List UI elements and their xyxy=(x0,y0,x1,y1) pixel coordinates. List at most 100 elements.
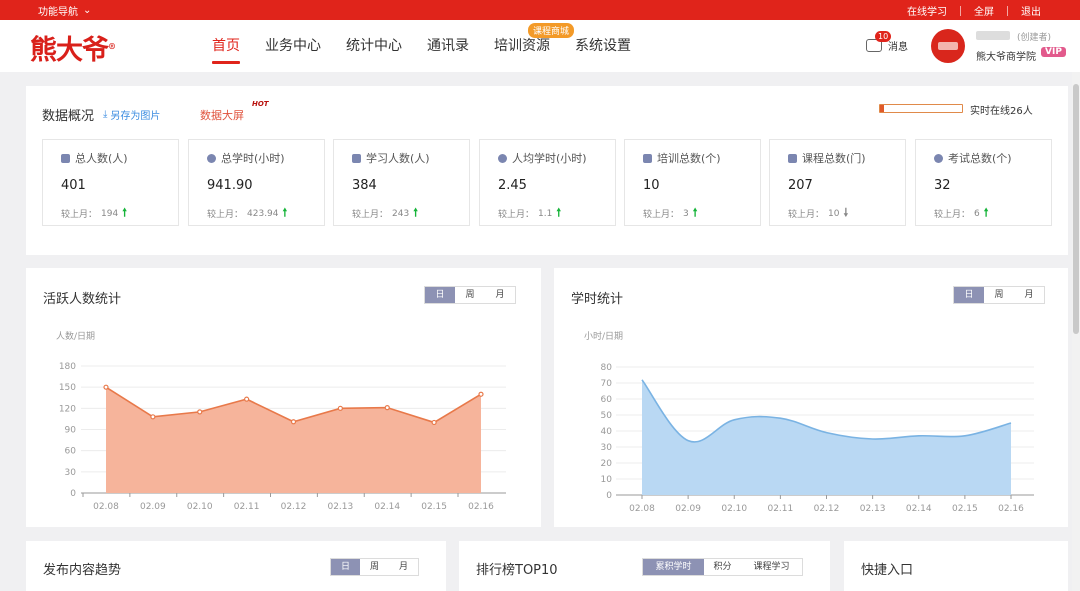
tab-cumulative-hours[interactable]: 累积学时 xyxy=(643,559,704,575)
arrow-up-icon: 🠕 xyxy=(282,206,288,219)
ranking-tabs: 累积学时 积分 课程学习 xyxy=(642,558,803,576)
function-nav-toggle[interactable]: 功能导航 ⌄ xyxy=(38,3,91,18)
stat-card-trainings[interactable]: 培训总数(个) 10 较上月： 3 🠕 xyxy=(624,139,761,226)
page-scrollbar[interactable] xyxy=(1072,72,1080,591)
nav-business-center[interactable]: 业务中心 xyxy=(265,20,321,72)
x-tick-label: 02.11 xyxy=(234,502,260,512)
ranking-title: 排行榜TOP10 xyxy=(476,563,558,578)
message-button[interactable]: 10 消息 xyxy=(866,31,908,53)
stat-card-learners[interactable]: 学习人数(人) 384 较上月： 243 🠕 xyxy=(333,139,470,226)
data-point[interactable] xyxy=(685,438,691,444)
compare-label: 较上月： xyxy=(643,210,680,220)
x-tick-label: 02.16 xyxy=(998,504,1024,514)
stat-label: 学习人数(人) xyxy=(366,152,430,165)
data-point[interactable] xyxy=(824,430,830,436)
compare-value: 194 xyxy=(101,208,119,219)
avatar[interactable] xyxy=(931,29,965,63)
data-point[interactable] xyxy=(1008,420,1014,426)
logout-link[interactable]: 退出 xyxy=(1008,3,1054,18)
data-point[interactable] xyxy=(244,396,250,402)
tab-month[interactable]: 月 xyxy=(389,559,418,575)
stat-card-courses[interactable]: 课程总数(门) 207 较上月： 10 🠗 xyxy=(769,139,906,226)
x-tick-label: 02.08 xyxy=(93,502,119,512)
y-tick-label: 180 xyxy=(59,362,76,372)
stat-value: 2.45 xyxy=(498,178,527,193)
data-point[interactable] xyxy=(290,419,297,425)
quick-access-card: 快捷入口 xyxy=(844,541,1068,591)
y-tick-label: 60 xyxy=(601,395,613,405)
y-tick-label: 90 xyxy=(65,426,77,436)
stat-value: 207 xyxy=(788,178,813,193)
tab-week[interactable]: 周 xyxy=(360,559,389,575)
data-bigscreen-link[interactable]: 数据大屏 xyxy=(200,107,244,123)
x-tick-label: 02.11 xyxy=(767,504,793,514)
data-point[interactable] xyxy=(431,419,437,426)
stat-card-total-hours[interactable]: 总学时(小时) 941.90 较上月： 423.94 🠕 xyxy=(188,139,325,226)
compare-label: 较上月： xyxy=(498,210,535,220)
save-as-image-button[interactable]: ⤓ 另存为图片 xyxy=(103,107,160,122)
y-tick-label: 60 xyxy=(65,447,77,457)
quick-access-title: 快捷入口 xyxy=(861,563,914,578)
arrow-up-icon: 🠕 xyxy=(122,206,127,219)
stat-value: 384 xyxy=(352,178,377,193)
series-area xyxy=(106,387,481,493)
arrow-up-icon: 🠕 xyxy=(556,206,562,219)
data-point[interactable] xyxy=(777,415,783,421)
stat-label: 总人数(人) xyxy=(75,152,128,165)
tab-day[interactable]: 日 xyxy=(331,559,360,575)
top-bar: 功能导航 ⌄ 在线学习 全屏 退出 xyxy=(0,0,1080,20)
compare-value: 1.1 xyxy=(538,208,553,219)
college-name: 熊大爷商学院 xyxy=(976,52,1036,63)
data-point[interactable] xyxy=(731,417,737,423)
data-point[interactable] xyxy=(916,433,922,439)
data-point[interactable] xyxy=(337,405,343,411)
stat-value: 941.90 xyxy=(207,178,253,193)
content-trend-title: 发布内容趋势 xyxy=(43,563,122,578)
data-point[interactable] xyxy=(103,384,109,390)
nav-system-settings[interactable]: 系统设置 xyxy=(575,20,631,72)
content-trend-period-tabs: 日 周 月 xyxy=(330,558,419,576)
stat-value: 10 xyxy=(643,178,660,193)
fullscreen-link[interactable]: 全屏 xyxy=(961,3,1007,18)
users-icon xyxy=(352,153,361,163)
course-mall-badge[interactable]: 课程商城 xyxy=(528,23,575,38)
x-tick-label: 02.09 xyxy=(675,504,701,514)
compare-label: 较上月： xyxy=(934,210,971,220)
scrollbar-thumb[interactable] xyxy=(1073,84,1079,334)
data-point[interactable] xyxy=(639,377,645,383)
x-tick-label: 02.12 xyxy=(814,504,840,514)
user-icon xyxy=(498,153,507,163)
stat-card-total-people[interactable]: 总人数(人) 401 较上月： 194 🠕 xyxy=(42,139,179,226)
compare-value: 423.94 xyxy=(247,208,279,219)
data-point[interactable] xyxy=(962,433,968,439)
online-learning-link[interactable]: 在线学习 xyxy=(894,3,960,18)
nav-home[interactable]: 首页 xyxy=(212,20,240,72)
active-users-chart: 0 30 60 90 120 150 180 02.08 02.09 02.10 02.11 02.1… xyxy=(59,362,506,512)
x-tick-label: 02.08 xyxy=(629,504,655,514)
stat-card-exams[interactable]: 考试总数(个) 32 较上月： 6 🠕 xyxy=(915,139,1052,226)
compare-label: 较上月： xyxy=(788,210,825,220)
data-point[interactable] xyxy=(384,405,390,411)
content-trend-card: 发布内容趋势 日 周 月 xyxy=(26,541,446,591)
x-tick-label: 02.14 xyxy=(906,504,932,514)
y-tick-label: 40 xyxy=(601,427,613,437)
tab-course-learning[interactable]: 课程学习 xyxy=(741,559,802,575)
y-tick-label: 70 xyxy=(601,379,613,389)
data-point[interactable] xyxy=(197,409,203,415)
nav-contacts[interactable]: 通讯录 xyxy=(427,20,469,72)
tab-points[interactable]: 积分 xyxy=(704,559,741,575)
username-blurred xyxy=(976,31,1010,40)
stat-label: 培训总数(个) xyxy=(657,152,721,165)
data-point[interactable] xyxy=(870,436,876,442)
data-overview-card: 数据概况 ⤓ 另存为图片 数据大屏 HOT 实时在线26人 总人数(人) 401… xyxy=(26,86,1068,255)
y-tick-label: 10 xyxy=(601,475,613,485)
data-point[interactable] xyxy=(478,391,484,397)
x-tick-label: 02.09 xyxy=(140,502,166,512)
top-links: 在线学习 全屏 退出 xyxy=(894,3,1054,18)
brand-logo[interactable]: 熊大爷® xyxy=(30,28,116,67)
x-tick-label: 02.12 xyxy=(281,502,307,512)
stat-card-avg-hours[interactable]: 人均学时(小时) 2.45 较上月： 1.1 🠕 xyxy=(479,139,616,226)
data-point[interactable] xyxy=(150,414,156,420)
nav-statistics-center[interactable]: 统计中心 xyxy=(346,20,402,72)
list-icon xyxy=(788,153,797,163)
